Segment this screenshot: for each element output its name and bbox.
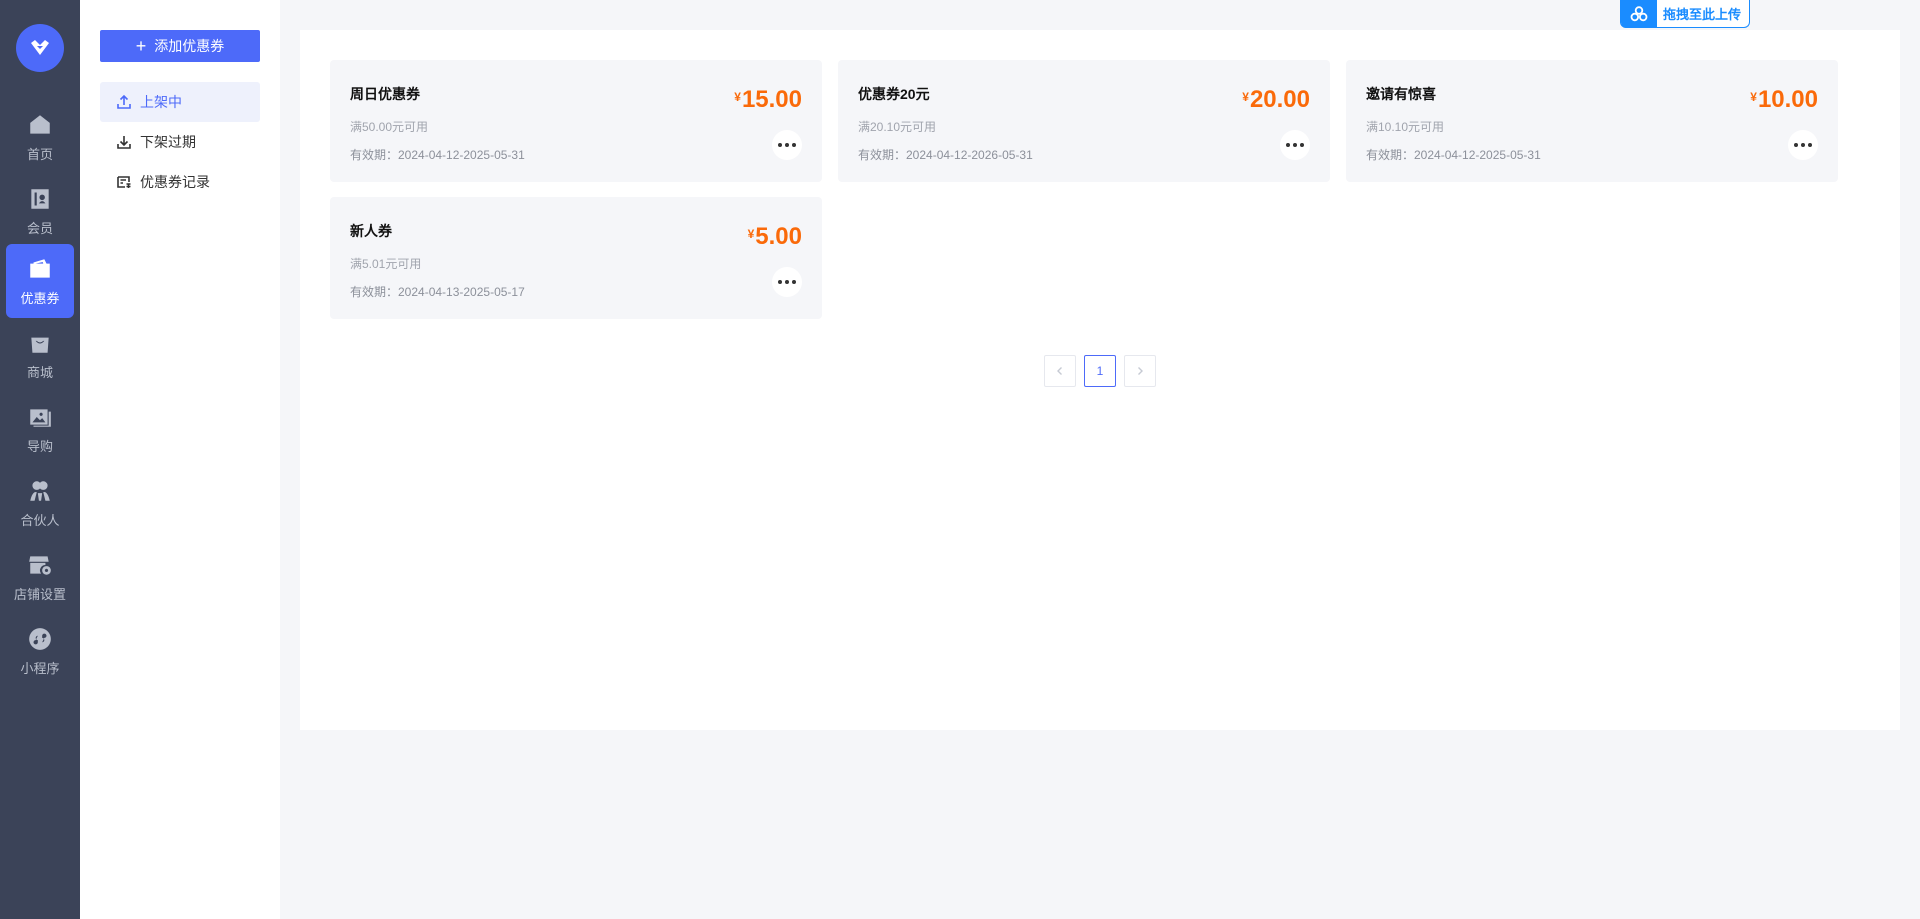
coupon-title: 周日优惠券	[350, 86, 420, 102]
image-icon	[27, 404, 53, 430]
coupon-card[interactable]: 新人券 ¥ 5.00 满5.01元可用 有效期：2024-04-13-2025-…	[330, 197, 822, 319]
next-page-button[interactable]	[1124, 355, 1156, 387]
coupon-card[interactable]: 周日优惠券 ¥ 15.00 满50.00元可用 有效期：2024-04-12-2…	[330, 60, 822, 182]
coupon-price: ¥ 15.00	[734, 86, 802, 114]
coupon-title: 邀请有惊喜	[1366, 86, 1436, 102]
coupon-icon	[27, 256, 53, 282]
more-dot	[1293, 143, 1297, 147]
coupon-title: 新人券	[350, 223, 392, 239]
subnav-item-off-shelf[interactable]: 下架过期	[100, 122, 260, 162]
coupon-condition: 满20.10元可用	[858, 120, 937, 134]
more-options-button[interactable]	[1788, 130, 1818, 160]
more-dot	[792, 280, 796, 284]
coupon-price: ¥ 20.00	[1242, 86, 1310, 114]
add-coupon-button[interactable]: + 添加优惠券	[100, 30, 260, 62]
rail-item-guide[interactable]: 导购	[6, 392, 74, 466]
more-options-button[interactable]	[772, 267, 802, 297]
coupon-validity: 有效期：2024-04-12-2025-05-31	[350, 148, 525, 162]
subnav-item-label: 优惠券记录	[140, 174, 210, 190]
more-dot	[785, 143, 789, 147]
mini-program-icon	[27, 626, 53, 652]
coupon-amount: 5.00	[755, 223, 802, 250]
coupon-validity: 有效期：2024-04-12-2026-05-31	[858, 148, 1033, 162]
logo-icon[interactable]	[16, 24, 64, 72]
store-settings-icon	[27, 552, 53, 578]
coupon-title: 优惠券20元	[858, 86, 930, 102]
more-options-button[interactable]	[772, 130, 802, 160]
coupon-validity: 有效期：2024-04-13-2025-05-17	[350, 285, 525, 299]
more-dot	[1300, 143, 1304, 147]
main-nav-rail: 首页 会员 优惠券 商城 导购 合伙人 店铺设置 小程序	[0, 0, 80, 919]
currency-symbol: ¥	[734, 90, 741, 104]
rail-item-label: 会员	[26, 220, 53, 236]
pagination: 1	[300, 355, 1900, 387]
rail-item-member[interactable]: 会员	[6, 174, 74, 248]
home-icon	[27, 112, 53, 138]
coupon-list-panel: 周日优惠券 ¥ 15.00 满50.00元可用 有效期：2024-04-12-2…	[300, 30, 1900, 730]
rail-item-label: 优惠券	[20, 290, 60, 306]
coupon-amount: 10.00	[1757, 86, 1818, 113]
coupon-condition: 满10.10元可用	[1366, 120, 1445, 134]
currency-symbol: ¥	[1750, 90, 1757, 104]
coupon-validity: 有效期：2024-04-12-2025-05-31	[1366, 148, 1541, 162]
rail-item-mini-program[interactable]: 小程序	[6, 614, 74, 688]
rail-item-home[interactable]: 首页	[6, 100, 74, 174]
coupon-card[interactable]: 邀请有惊喜 ¥ 10.00 满10.10元可用 有效期：2024-04-12-2…	[1346, 60, 1838, 182]
rail-item-label: 小程序	[20, 660, 60, 676]
drag-upload-label: 拖拽至此上传	[1663, 7, 1742, 22]
prev-page-button[interactable]	[1044, 355, 1076, 387]
coupon-subnav: + 添加优惠券 上架中 下架过期 优惠券记录	[80, 0, 280, 919]
coupon-card[interactable]: 优惠券20元 ¥ 20.00 满20.10元可用 有效期：2024-04-12-…	[838, 60, 1330, 182]
more-dot	[1286, 143, 1290, 147]
chevron-left-icon	[1057, 367, 1062, 375]
coupon-amount: 20.00	[1249, 86, 1310, 113]
page-number-button[interactable]: 1	[1084, 355, 1116, 387]
rail-item-label: 首页	[26, 146, 53, 162]
rail-item-label: 店铺设置	[13, 586, 66, 602]
subnav-item-records[interactable]: 优惠券记录	[100, 162, 260, 202]
more-options-button[interactable]	[1280, 130, 1310, 160]
rail-item-label: 合伙人	[20, 512, 60, 528]
more-dot	[778, 143, 782, 147]
rail-item-coupon[interactable]: 优惠券	[6, 244, 74, 318]
rail-item-label: 商城	[26, 364, 53, 380]
partner-icon	[27, 478, 53, 504]
more-dot	[1801, 143, 1805, 147]
more-dot	[1794, 143, 1798, 147]
more-dot	[1808, 143, 1812, 147]
rail-item-label: 导购	[26, 438, 53, 454]
cloud-upload-icon	[1621, 0, 1657, 28]
more-dot	[792, 143, 796, 147]
drag-upload-tag[interactable]: 拖拽至此上传	[1620, 0, 1750, 28]
add-coupon-label: 添加优惠券	[154, 38, 225, 54]
coupon-condition: 满5.01元可用	[350, 257, 422, 271]
download-icon	[116, 134, 132, 150]
coupon-price: ¥ 10.00	[1750, 86, 1818, 114]
rail-item-store-settings[interactable]: 店铺设置	[6, 540, 74, 614]
shop-bag-icon	[27, 330, 53, 356]
subnav-item-on-shelf[interactable]: 上架中	[100, 82, 260, 122]
coupon-price: ¥ 5.00	[748, 223, 802, 251]
subnav-item-label: 上架中	[140, 94, 182, 110]
coupon-amount: 15.00	[741, 86, 802, 113]
currency-symbol: ¥	[747, 227, 755, 241]
currency-symbol: ¥	[1242, 90, 1249, 104]
rail-item-shop[interactable]: 商城	[6, 318, 74, 392]
chevron-right-icon	[1138, 367, 1143, 375]
more-dot	[778, 280, 782, 284]
record-icon	[116, 174, 132, 190]
subnav-item-label: 下架过期	[140, 134, 196, 150]
upload-icon	[116, 94, 132, 110]
more-dot	[785, 280, 789, 284]
member-icon	[27, 186, 53, 212]
rail-item-partner[interactable]: 合伙人	[6, 466, 74, 540]
plus-icon: +	[135, 36, 147, 56]
coupon-condition: 满50.00元可用	[350, 120, 429, 134]
